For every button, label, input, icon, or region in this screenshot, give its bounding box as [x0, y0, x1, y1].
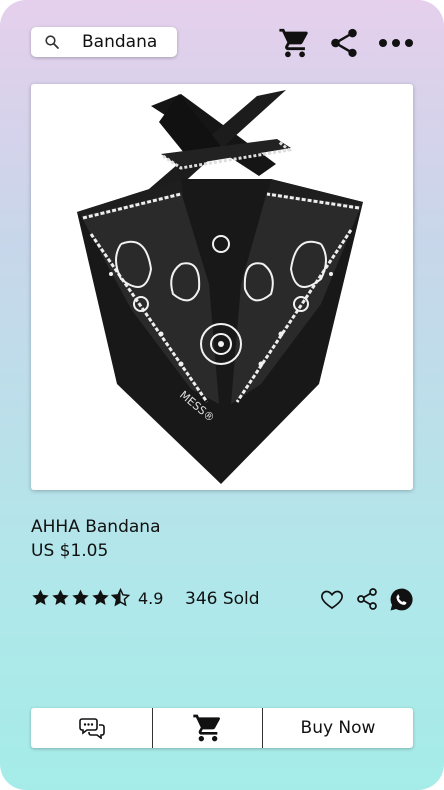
bandana-image: MESS® — [77, 90, 363, 484]
rating-value: 4.9 — [138, 589, 164, 608]
bottom-action-bar: Buy Now — [31, 708, 413, 748]
star-half-icon — [111, 588, 130, 607]
buy-now-button[interactable]: Buy Now — [263, 708, 413, 748]
star-full-icon — [92, 589, 109, 605]
add-to-cart-button[interactable] — [153, 708, 263, 748]
share-icon[interactable] — [355, 587, 379, 611]
heart-icon[interactable] — [320, 587, 344, 611]
star-full-icon — [32, 589, 49, 605]
star-full-icon — [52, 589, 69, 605]
cart-icon[interactable] — [278, 25, 312, 61]
share-icon[interactable] — [327, 25, 361, 61]
sold-count: 346 Sold — [185, 589, 260, 609]
cart-icon — [192, 714, 220, 742]
rating-stars — [31, 588, 130, 607]
app-screen: Bandana MESS® AHHA Bandana US $1.05 4.9 … — [0, 0, 444, 790]
product-image-card[interactable]: MESS® — [31, 84, 413, 490]
product-name[interactable]: AHHA Bandana — [31, 517, 160, 537]
whatsapp-icon[interactable] — [389, 587, 414, 612]
search-icon — [45, 35, 59, 49]
chat-button[interactable] — [31, 708, 153, 748]
product-price: US $1.05 — [31, 541, 109, 561]
search-box[interactable]: Bandana — [31, 27, 177, 57]
star-full-icon — [72, 589, 89, 605]
chat-icon — [78, 718, 105, 739]
more-icon[interactable] — [378, 37, 414, 49]
search-query[interactable]: Bandana — [82, 32, 157, 52]
